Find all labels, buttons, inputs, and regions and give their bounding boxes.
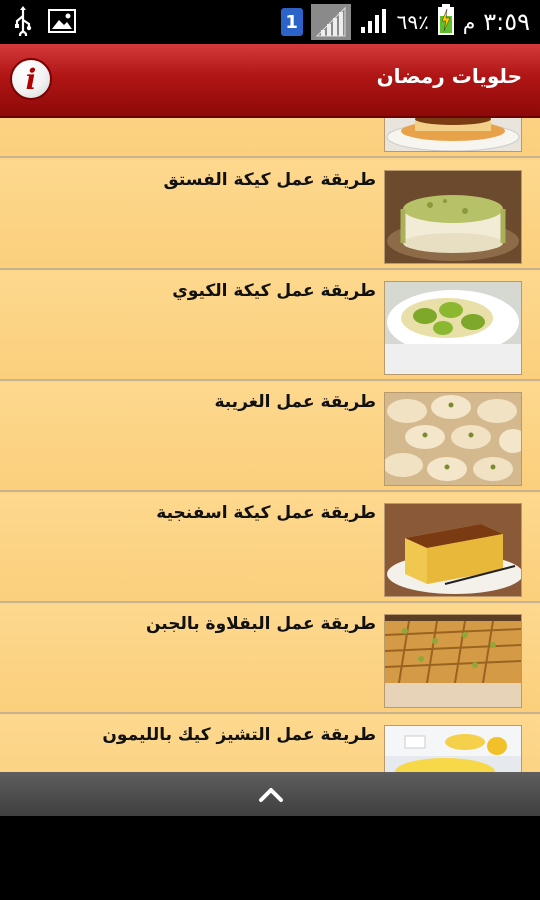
wifi-signal-icon xyxy=(359,5,389,39)
sponge-cake-thumbnail xyxy=(384,503,522,597)
info-icon[interactable]: i xyxy=(10,58,52,100)
signal-icon xyxy=(310,4,351,40)
app-title: حلويات رمضان xyxy=(376,64,522,88)
flan-thumbnail xyxy=(384,118,522,152)
app-bar: i حلويات رمضان xyxy=(0,44,540,118)
lemon-cheesecake-thumbnail xyxy=(384,725,522,772)
clock: ٣:٥٩ xyxy=(483,8,530,36)
notification-icon: 1 xyxy=(280,8,303,36)
image-icon xyxy=(48,9,76,37)
bottom-bar xyxy=(0,772,540,816)
list-item-title: طريقة عمل التشيز كيك بالليمون xyxy=(102,725,376,745)
baklava-thumbnail xyxy=(384,614,522,708)
list-item[interactable]: طريقة عمل التشيز كيك بالليمون xyxy=(0,715,540,772)
list-item[interactable]: طريقة عمل البقلاوة بالجبن xyxy=(0,604,540,714)
status-bar: 1 ٦٩٪ م ٣:٥٩ xyxy=(0,0,540,44)
list-item[interactable]: طريقة عمل كيكة الفستق xyxy=(0,160,540,270)
list-item[interactable] xyxy=(0,118,540,158)
list-item[interactable]: طريقة عمل الغريبة xyxy=(0,382,540,492)
kiwi-cake-thumbnail xyxy=(384,281,522,375)
pistachio-cake-thumbnail xyxy=(384,170,522,264)
list-item-title: طريقة عمل الغريبة xyxy=(214,392,376,412)
ghoraiba-cookies-thumbnail xyxy=(384,392,522,486)
list-item-title: طريقة عمل كيكة الكيوي xyxy=(172,281,376,301)
battery-percent: ٦٩٪ xyxy=(396,10,429,34)
usb-icon xyxy=(12,6,34,40)
list-item-title: طريقة عمل كيكة الفستق xyxy=(163,170,376,190)
list-item[interactable]: طريقة عمل كيكة اسفنجية xyxy=(0,493,540,603)
recipe-list[interactable]: طريقة عمل كيكة الفستق طريقة عمل كيكة الك… xyxy=(0,118,540,772)
list-item-title: طريقة عمل كيكة اسفنجية xyxy=(156,503,376,523)
list-item-title: طريقة عمل البقلاوة بالجبن xyxy=(146,614,376,634)
battery-charging-icon xyxy=(437,4,455,40)
chevron-up-icon[interactable] xyxy=(258,784,284,808)
ampm-label: م xyxy=(462,10,476,34)
list-item[interactable]: طريقة عمل كيكة الكيوي xyxy=(0,271,540,381)
